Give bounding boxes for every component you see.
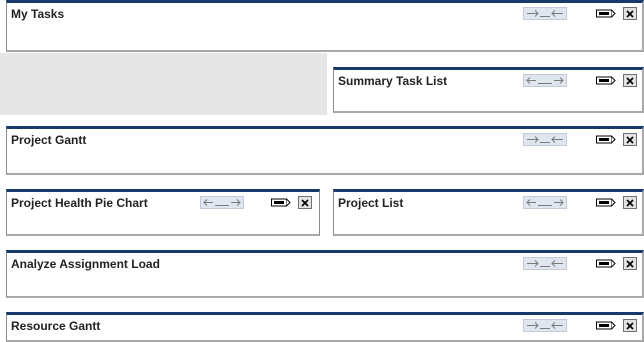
close-button[interactable] (623, 133, 637, 146)
portlet-project-health-pie-chart: Project Health Pie Chart (6, 189, 320, 236)
portlet-title: Project Health Pie Chart (11, 196, 148, 210)
portlet-title: Analyze Assignment Load (11, 257, 160, 271)
close-button[interactable] (623, 319, 637, 332)
portlet-title: Summary Task List (338, 74, 448, 88)
expand-button[interactable] (200, 196, 244, 209)
edit-button[interactable] (270, 196, 292, 209)
close-icon (301, 198, 309, 207)
collapse-arrows-icon (526, 9, 564, 18)
pencil-icon (596, 259, 616, 268)
portlet-project-list: Project List (333, 189, 644, 236)
close-icon (626, 76, 634, 85)
pencil-icon (596, 321, 616, 330)
collapse-button[interactable] (523, 133, 567, 146)
portlet-project-gantt: Project Gantt (6, 126, 644, 175)
portlet-title: My Tasks (11, 7, 65, 21)
empty-layout-area (0, 53, 327, 115)
close-icon (626, 321, 634, 330)
portlet-title: Project List (338, 196, 404, 210)
close-icon (626, 198, 634, 207)
collapse-arrows-icon (526, 135, 564, 144)
portlet-resource-gantt: Resource Gantt (6, 312, 644, 342)
portlet-title: Resource Gantt (11, 319, 101, 333)
close-icon (626, 135, 634, 144)
edit-button[interactable] (595, 196, 617, 209)
edit-button[interactable] (595, 319, 617, 332)
expand-button[interactable] (523, 196, 567, 209)
edit-button[interactable] (595, 257, 617, 270)
pencil-icon (271, 198, 291, 207)
close-button[interactable] (623, 7, 637, 20)
collapse-arrows-icon (526, 259, 564, 268)
close-button[interactable] (623, 74, 637, 87)
expand-arrows-icon (526, 198, 564, 207)
portlet-my-tasks: My Tasks (6, 0, 644, 52)
expand-arrows-icon (203, 198, 241, 207)
close-icon (626, 259, 634, 268)
edit-button[interactable] (595, 7, 617, 20)
close-button[interactable] (623, 196, 637, 209)
expand-arrows-icon (526, 76, 564, 85)
close-button[interactable] (623, 257, 637, 270)
pencil-icon (596, 135, 616, 144)
edit-button[interactable] (595, 74, 617, 87)
collapse-button[interactable] (523, 257, 567, 270)
expand-button[interactable] (523, 74, 567, 87)
edit-button[interactable] (595, 133, 617, 146)
portlet-summary-task-list: Summary Task List (333, 67, 644, 113)
pencil-icon (596, 9, 616, 18)
collapse-button[interactable] (523, 319, 567, 332)
pencil-icon (596, 76, 616, 85)
close-button[interactable] (298, 196, 312, 209)
pencil-icon (596, 198, 616, 207)
collapse-button[interactable] (523, 7, 567, 20)
close-icon (626, 9, 634, 18)
portlet-title: Project Gantt (11, 133, 87, 147)
collapse-arrows-icon (526, 321, 564, 330)
portlet-analyze-assignment-load: Analyze Assignment Load (6, 250, 644, 298)
